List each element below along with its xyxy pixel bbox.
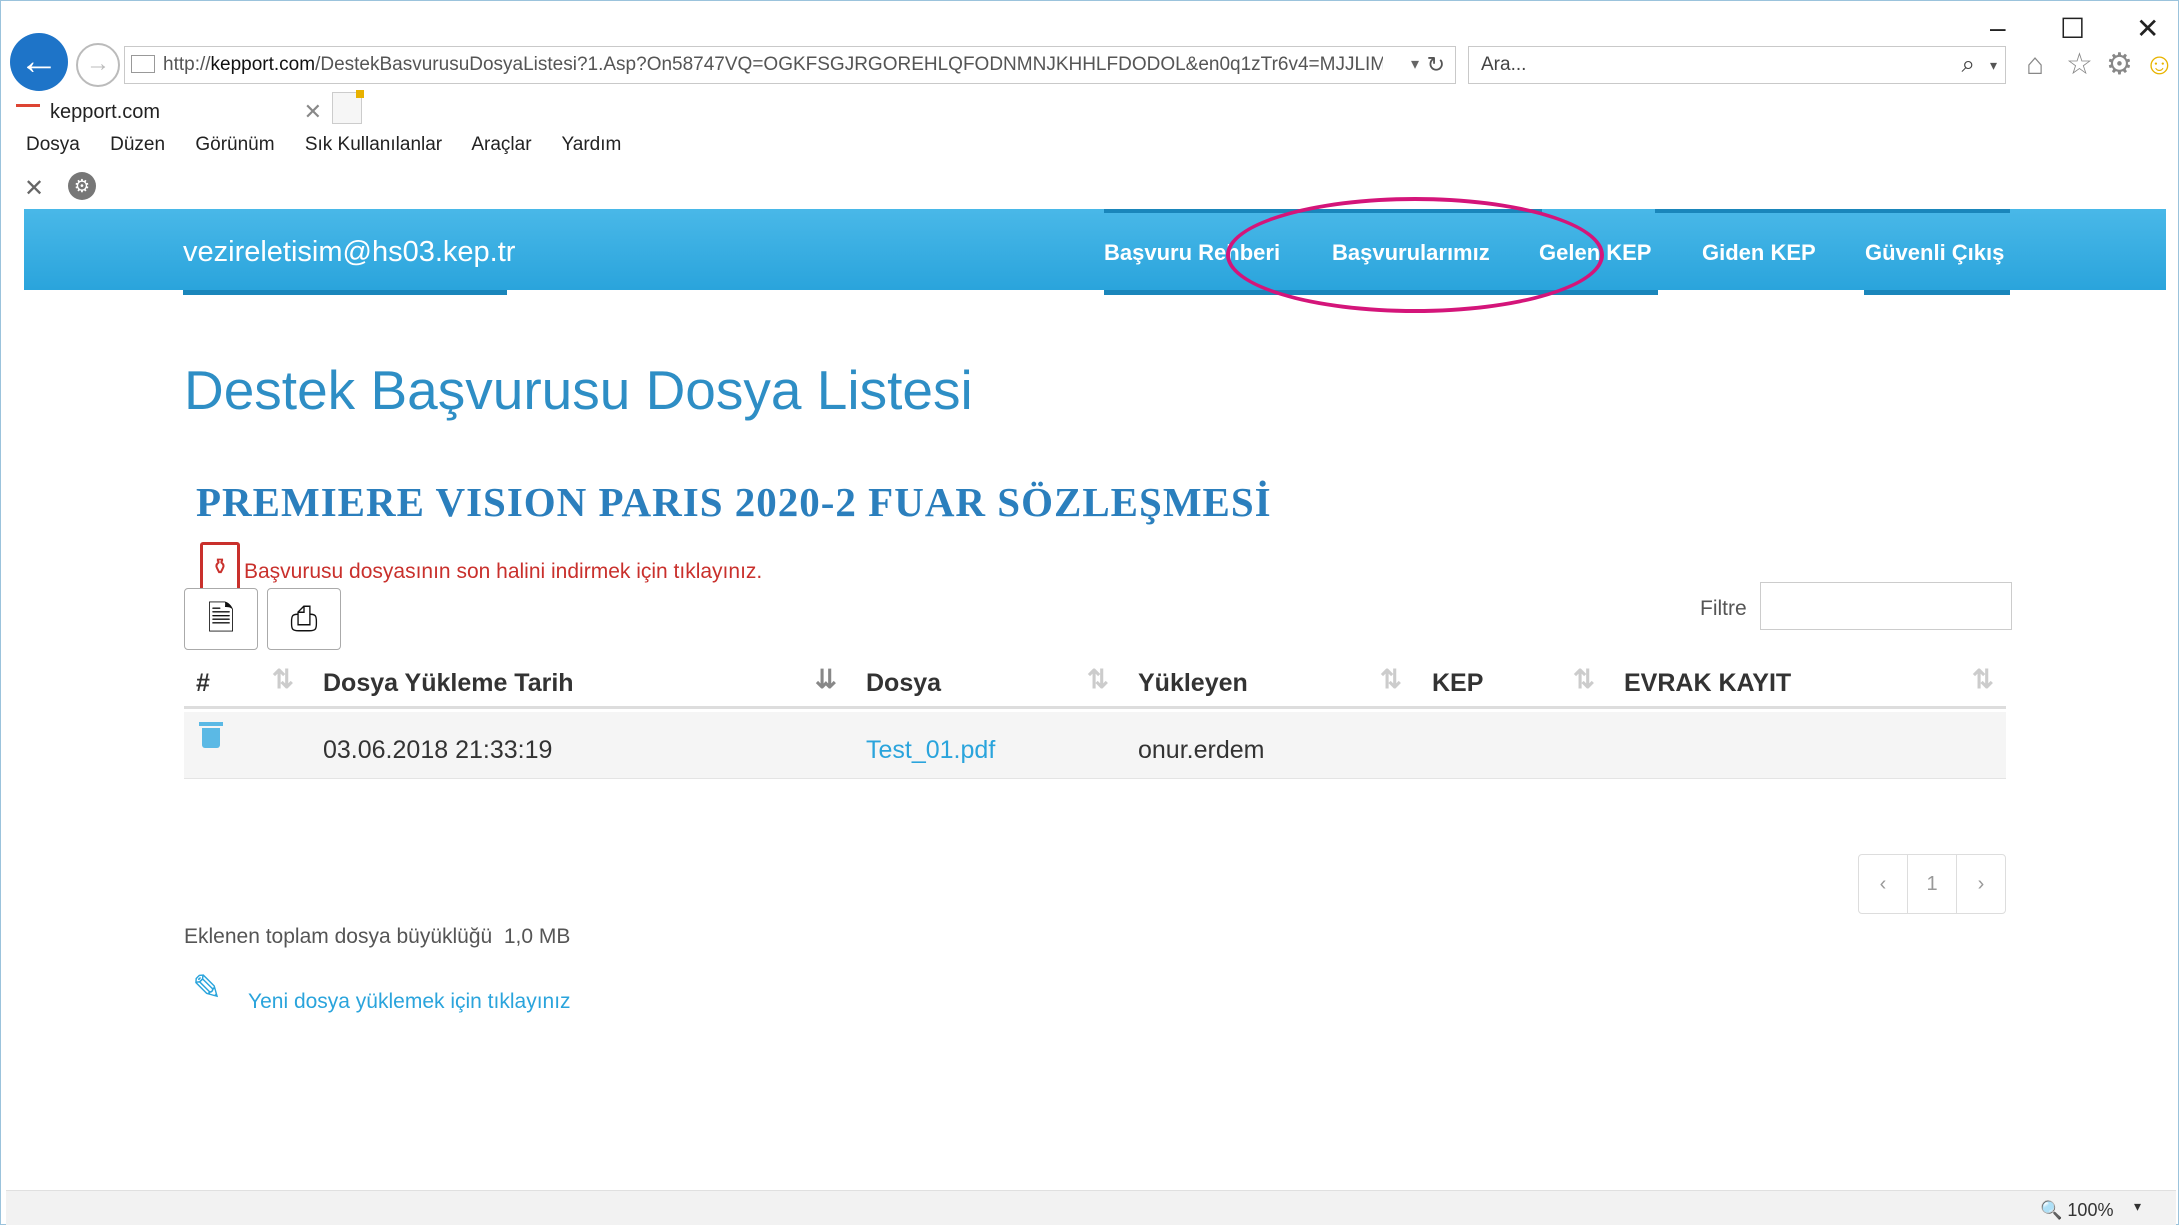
nav-guvenli-cikis[interactable]: Güvenli Çıkış xyxy=(1865,240,2004,266)
upload-link[interactable]: Yeni dosya yüklemek için tıklayınız xyxy=(248,990,571,1014)
browser-tab[interactable]: kepport.com ✕ xyxy=(12,92,328,132)
maximize-button[interactable]: ☐ xyxy=(2060,12,2085,45)
menu-item-yardim[interactable]: Yardım xyxy=(561,134,621,155)
user-email[interactable]: vezireletisim@hs03.kep.tr xyxy=(183,236,515,269)
forward-arrow-icon[interactable]: → xyxy=(76,43,120,87)
column-header-index[interactable]: # xyxy=(196,669,210,698)
star-icon[interactable]: ☆ xyxy=(2066,50,2093,80)
cell-upload-date: 03.06.2018 21:33:19 xyxy=(323,736,553,764)
filter-label: Filtre xyxy=(1700,597,1747,620)
sort-icon[interactable]: ⇅ xyxy=(1087,664,1109,695)
nav-underline xyxy=(1864,290,2010,295)
column-header-evrak-kayit[interactable]: EVRAK KAYIT xyxy=(1624,669,1791,698)
minimize-button[interactable]: – xyxy=(1990,12,2006,44)
column-header-kep[interactable]: KEP xyxy=(1432,669,1483,698)
cell-file-link[interactable]: Test_01.pdf xyxy=(866,736,995,765)
search-icon[interactable]: ⌕ xyxy=(1962,47,1975,83)
column-header-file[interactable]: Dosya xyxy=(866,669,941,698)
menu-item-duzen[interactable]: Düzen xyxy=(110,134,165,155)
home-icon[interactable]: ⌂ xyxy=(2026,50,2044,80)
page-icon xyxy=(131,55,155,73)
cell-uploader: onur.erdem xyxy=(1138,736,1265,764)
sort-icon[interactable]: ⇅ xyxy=(1380,664,1402,695)
filter-input[interactable] xyxy=(1760,582,2012,630)
trash-icon[interactable] xyxy=(199,722,223,748)
status-bar xyxy=(6,1190,2176,1225)
total-size-value: 1,0 MB xyxy=(503,925,571,948)
close-icon[interactable]: ✕ xyxy=(24,174,44,203)
pager-page-1[interactable]: 1 xyxy=(1908,855,1957,913)
url-text: http://kepport.com/DestekBasvurusuDosyaL… xyxy=(163,54,1383,75)
excel-file-icon: 🗎 xyxy=(207,600,235,638)
pager-next-button[interactable]: › xyxy=(1957,855,2005,913)
menu-item-sik-kullanilanlar[interactable]: Sık Kullanılanlar xyxy=(305,134,442,155)
gear-icon[interactable]: ⚙ xyxy=(2106,50,2133,80)
excel-export-button[interactable]: 🗎 xyxy=(184,588,258,650)
search-placeholder: Ara... xyxy=(1481,54,1527,75)
menu-bar: Dosya Düzen Görünüm Sık Kullanılanlar Ar… xyxy=(26,134,646,164)
pager-prev-button[interactable]: ‹ xyxy=(1859,855,1908,913)
page-title: Destek Başvurusu Dosya Listesi xyxy=(184,359,973,421)
menu-item-dosya[interactable]: Dosya xyxy=(26,134,80,155)
new-tab-button[interactable] xyxy=(332,90,364,124)
nav-giden-kep[interactable]: Giden KEP xyxy=(1702,240,1816,266)
application-title: PREMIERE VISION PARIS 2020-2 FUAR SÖZLEŞ… xyxy=(196,479,1272,525)
nav-underline xyxy=(183,290,507,295)
column-header-uploader[interactable]: Yükleyen xyxy=(1138,669,1248,698)
print-button[interactable]: ⎙ xyxy=(267,588,341,650)
smiley-icon[interactable]: ☺ xyxy=(2144,50,2175,80)
menu-item-gorunum[interactable]: Görünüm xyxy=(195,134,274,155)
chevron-down-icon[interactable]: ▾ xyxy=(2134,1198,2141,1215)
close-window-button[interactable]: ✕ xyxy=(2136,12,2159,45)
total-size-label: Eklenen toplam dosya büyüklüğü xyxy=(184,925,493,948)
tab-title: kepport.com xyxy=(50,101,161,123)
highlight-annotation xyxy=(1226,197,1604,313)
download-link[interactable]: Başvurusu dosyasının son halini indirmek… xyxy=(244,560,762,584)
chevron-down-icon[interactable]: ▾ xyxy=(1990,47,1997,83)
table-header-divider xyxy=(184,706,2006,709)
nav-accent-line xyxy=(1655,209,2010,213)
settings-icon[interactable]: ⚙ xyxy=(68,172,96,200)
favicon-icon xyxy=(16,104,40,115)
close-tab-icon[interactable]: ✕ xyxy=(304,92,322,132)
column-header-date[interactable]: Dosya Yükleme Tarih xyxy=(323,669,574,698)
printer-icon: ⎙ xyxy=(290,600,318,638)
total-size-text: Eklenen toplam dosya büyüklüğü 1,0 MB xyxy=(184,925,570,949)
sort-desc-icon[interactable]: ⇊ xyxy=(815,664,837,695)
zoom-level[interactable]: 🔍 100% xyxy=(2040,1200,2113,1221)
sort-icon[interactable]: ⇅ xyxy=(1573,664,1595,695)
pagination: ‹ 1 › xyxy=(1858,854,2006,914)
sort-icon[interactable]: ⇅ xyxy=(1972,664,1994,695)
sort-icon[interactable]: ⇅ xyxy=(272,664,294,695)
chevron-down-icon[interactable]: ▾ xyxy=(1411,47,1419,83)
zoom-value: 100% xyxy=(2067,1200,2114,1220)
refresh-icon[interactable]: ↻ xyxy=(1427,47,1445,83)
address-bar[interactable]: http://kepport.com/DestekBasvurusuDosyaL… xyxy=(124,46,1456,84)
magic-wand-icon[interactable]: ✎ xyxy=(192,968,232,1008)
back-arrow-icon[interactable]: ← xyxy=(10,33,68,91)
menu-item-araclar[interactable]: Araçlar xyxy=(471,134,531,155)
zip-file-icon[interactable]: ⚱ xyxy=(200,542,240,592)
search-input[interactable]: Ara... ⌕ ▾ xyxy=(1468,46,2006,84)
